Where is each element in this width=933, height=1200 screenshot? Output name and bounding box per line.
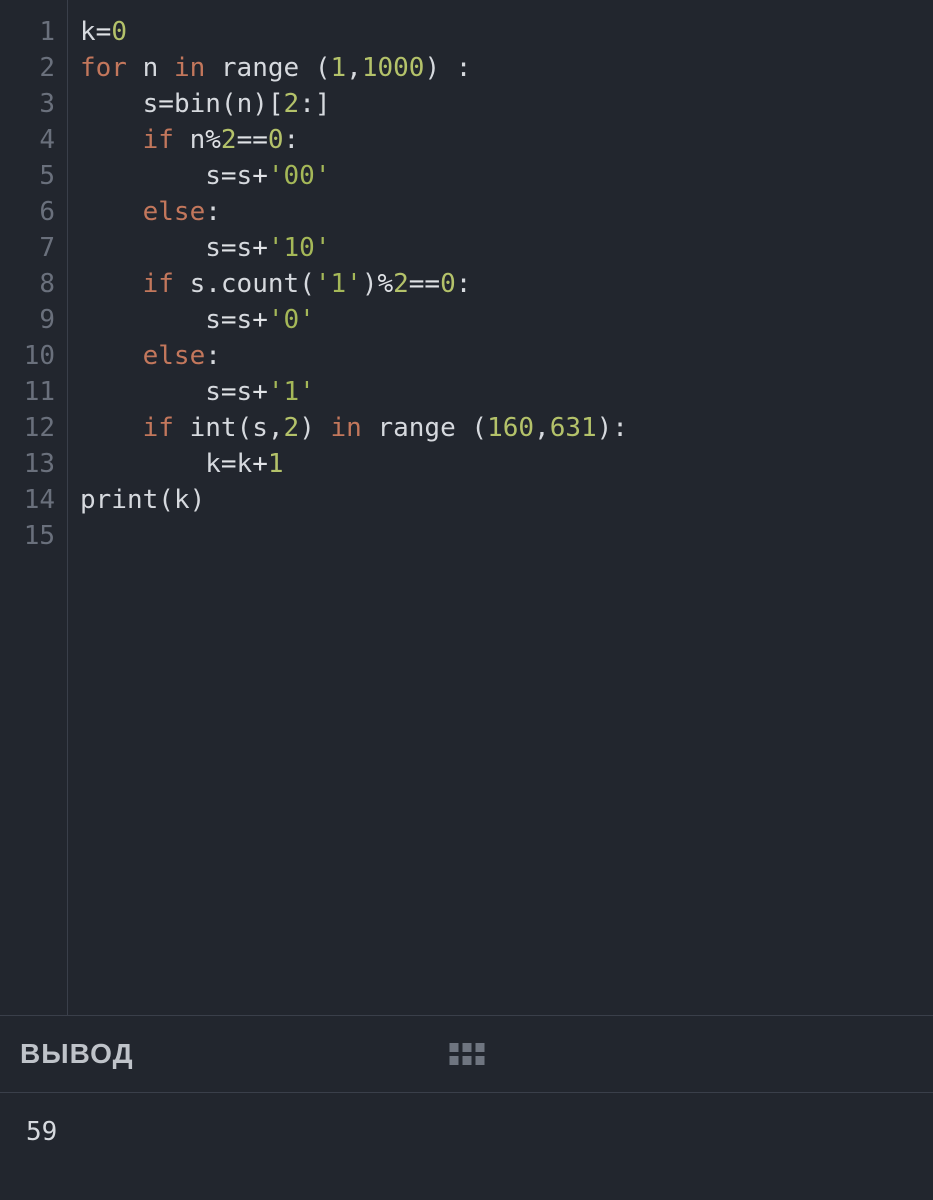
code-line[interactable]: s=s+'10' [80, 230, 933, 266]
code-line[interactable]: if int(s,2) in range (160,631): [80, 410, 933, 446]
line-number: 10 [0, 338, 55, 374]
line-number: 8 [0, 266, 55, 302]
code-area[interactable]: k=0for n in range (1,1000) : s=bin(n)[2:… [68, 0, 933, 1015]
line-number: 15 [0, 518, 55, 554]
output-panel: ВЫВОД 59 [0, 1015, 933, 1200]
output-title: ВЫВОД [20, 1038, 134, 1070]
code-line[interactable]: s=s+'0' [80, 302, 933, 338]
line-number: 14 [0, 482, 55, 518]
code-line[interactable]: else: [80, 194, 933, 230]
line-number: 9 [0, 302, 55, 338]
code-line[interactable]: s=bin(n)[2:] [80, 86, 933, 122]
line-number: 1 [0, 14, 55, 50]
line-number: 2 [0, 50, 55, 86]
code-line[interactable]: else: [80, 338, 933, 374]
line-number: 12 [0, 410, 55, 446]
line-number: 7 [0, 230, 55, 266]
code-line[interactable]: print(k) [80, 482, 933, 518]
line-number: 3 [0, 86, 55, 122]
line-number: 6 [0, 194, 55, 230]
output-value: 59 [0, 1093, 933, 1200]
code-line[interactable]: k=0 [80, 14, 933, 50]
line-number: 13 [0, 446, 55, 482]
code-line[interactable]: k=k+1 [80, 446, 933, 482]
line-number: 4 [0, 122, 55, 158]
output-header: ВЫВОД [0, 1016, 933, 1093]
code-line[interactable] [80, 518, 933, 554]
code-line[interactable]: if s.count('1')%2==0: [80, 266, 933, 302]
drag-handle-icon[interactable] [449, 1043, 484, 1065]
code-editor[interactable]: 123456789101112131415 k=0for n in range … [0, 0, 933, 1015]
code-line[interactable]: s=s+'00' [80, 158, 933, 194]
line-number: 5 [0, 158, 55, 194]
code-line[interactable]: if n%2==0: [80, 122, 933, 158]
line-number: 11 [0, 374, 55, 410]
code-line[interactable]: s=s+'1' [80, 374, 933, 410]
line-number-gutter: 123456789101112131415 [0, 0, 68, 1015]
code-line[interactable]: for n in range (1,1000) : [80, 50, 933, 86]
